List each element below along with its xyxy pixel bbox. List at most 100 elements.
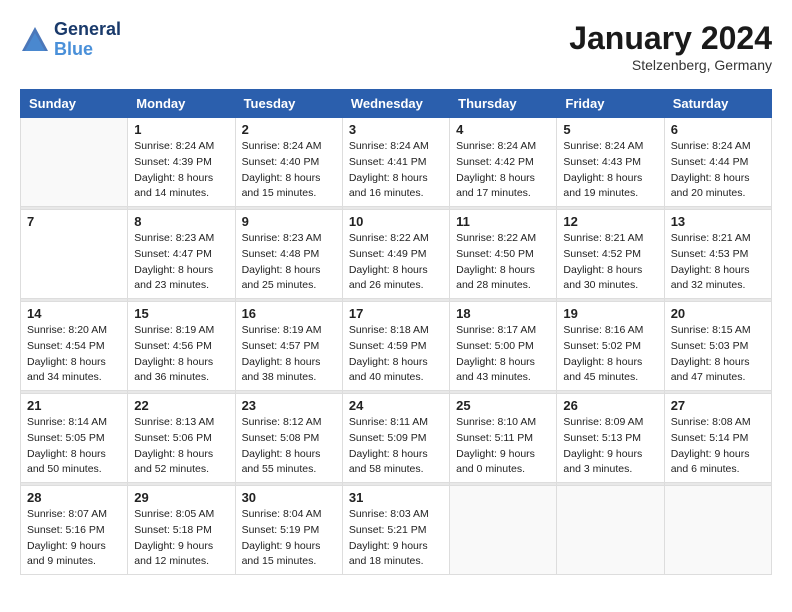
day-info-line: and 19 minutes.: [563, 187, 638, 199]
day-info: Sunrise: 8:21 AMSunset: 4:53 PMDaylight:…: [671, 231, 765, 294]
day-info-line: and 40 minutes.: [349, 371, 424, 383]
day-info-line: Sunset: 5:19 PM: [242, 524, 320, 536]
day-number: 16: [242, 306, 336, 321]
day-info-line: Sunset: 4:41 PM: [349, 156, 427, 168]
day-number: 31: [349, 490, 443, 505]
day-info-line: and 28 minutes.: [456, 279, 531, 291]
day-info-line: and 34 minutes.: [27, 371, 102, 383]
day-info: Sunrise: 8:20 AMSunset: 4:54 PMDaylight:…: [27, 323, 121, 386]
day-info-line: Sunrise: 8:21 AM: [563, 232, 643, 244]
day-info: Sunrise: 8:24 AMSunset: 4:40 PMDaylight:…: [242, 139, 336, 202]
day-info-line: Sunrise: 8:07 AM: [27, 508, 107, 520]
day-info-line: Sunrise: 8:19 AM: [242, 324, 322, 336]
day-info-line: Sunrise: 8:05 AM: [134, 508, 214, 520]
day-number: 22: [134, 398, 228, 413]
day-info: Sunrise: 8:03 AMSunset: 5:21 PMDaylight:…: [349, 507, 443, 570]
day-info-line: Daylight: 9 hours: [242, 540, 321, 552]
day-info-line: Sunrise: 8:18 AM: [349, 324, 429, 336]
day-info-line: Daylight: 8 hours: [134, 264, 213, 276]
day-number: 12: [563, 214, 657, 229]
day-info-line: and 16 minutes.: [349, 187, 424, 199]
day-info-line: Sunrise: 8:10 AM: [456, 416, 536, 428]
month-title: January 2024: [569, 20, 772, 57]
weekday-header-saturday: Saturday: [664, 90, 771, 118]
calendar-week-4: 21Sunrise: 8:14 AMSunset: 5:05 PMDayligh…: [21, 394, 772, 483]
day-info-line: Daylight: 8 hours: [242, 172, 321, 184]
day-number: 4: [456, 122, 550, 137]
calendar-cell: 9Sunrise: 8:23 AMSunset: 4:48 PMDaylight…: [235, 210, 342, 299]
day-info-line: and 23 minutes.: [134, 279, 209, 291]
day-info-line: Daylight: 8 hours: [671, 172, 750, 184]
day-info-line: Sunrise: 8:11 AM: [349, 416, 428, 428]
calendar-cell: 16Sunrise: 8:19 AMSunset: 4:57 PMDayligh…: [235, 302, 342, 391]
day-info-line: Sunrise: 8:04 AM: [242, 508, 322, 520]
day-info: Sunrise: 8:10 AM Sunset: 5:11 PM Daylight:…: [456, 415, 550, 478]
day-info-line: Sunset: 5:09 PM: [349, 432, 427, 444]
day-info-line: Sunrise: 8:17 AM: [456, 324, 536, 336]
calendar-cell: 12 Sunrise: 8:21 AM Sunset: 4:52 PM Dayligh…: [557, 210, 664, 299]
day-info-line: and 58 minutes.: [349, 463, 424, 475]
day-info: Sunrise: 8:22 AM Sunset: 4:50 PM Daylight:…: [456, 231, 550, 294]
weekday-header-tuesday: Tuesday: [235, 90, 342, 118]
day-info-line: and 14 minutes.: [134, 187, 209, 199]
day-number: 8: [134, 214, 228, 229]
weekday-header-friday: Friday: [557, 90, 664, 118]
calendar-cell: 3Sunrise: 8:24 AMSunset: 4:41 PMDaylight…: [342, 118, 449, 207]
day-info-line: Daylight: 8 hours: [671, 264, 750, 276]
day-info-line: Sunrise: 8:22 AM: [456, 232, 536, 244]
day-info: Sunrise: 8:16 AM Sunset: 5:02 PM Daylight:…: [563, 323, 657, 386]
day-info-line: and 6 minutes.: [671, 463, 740, 475]
weekday-header-sunday: Sunday: [21, 90, 128, 118]
day-info-line: Sunrise: 8:09 AM: [563, 416, 643, 428]
day-info-line: Sunset: 5:18 PM: [134, 524, 212, 536]
day-info-line: Sunrise: 8:08 AM: [671, 416, 751, 428]
day-info-line: Sunset: 4:56 PM: [134, 340, 212, 352]
day-info: Sunrise: 8:23 AMSunset: 4:48 PMDaylight:…: [242, 231, 336, 294]
day-info-line: Daylight: 8 hours: [563, 264, 642, 276]
day-info-line: Daylight: 8 hours: [563, 356, 642, 368]
day-info-line: Daylight: 8 hours: [134, 356, 213, 368]
day-info-line: and 0 minutes.: [456, 463, 525, 475]
day-info-line: Daylight: 8 hours: [456, 264, 535, 276]
day-info-line: Daylight: 8 hours: [242, 448, 321, 460]
day-info-line: Sunset: 4:50 PM: [456, 248, 534, 260]
day-info-line: Sunset: 4:49 PM: [349, 248, 427, 260]
calendar-cell: 6Sunrise: 8:24 AMSunset: 4:44 PMDaylight…: [664, 118, 771, 207]
day-number: 3: [349, 122, 443, 137]
calendar-cell: 2 Sunrise: 8:24 AMSunset: 4:40 PMDaylight…: [235, 118, 342, 207]
calendar-week-2: 78Sunrise: 8:23 AMSunset: 4:47 PMDayligh…: [21, 210, 772, 299]
day-info-line: Sunrise: 8:16 AM: [563, 324, 643, 336]
calendar-cell: 28Sunrise: 8:07 AMSunset: 5:16 PMDayligh…: [21, 486, 128, 575]
day-number: 2: [242, 122, 336, 137]
day-info-line: Sunrise: 8:03 AM: [349, 508, 429, 520]
day-info-line: Sunrise: 8:15 AM: [671, 324, 751, 336]
day-info-line: and 45 minutes.: [563, 371, 638, 383]
title-area: January 2024 Stelzenberg, Germany: [569, 20, 772, 73]
weekday-header-thursday: Thursday: [450, 90, 557, 118]
calendar-cell: 30Sunrise: 8:04 AMSunset: 5:19 PMDayligh…: [235, 486, 342, 575]
day-info-line: Daylight: 8 hours: [349, 264, 428, 276]
day-info-line: Sunset: 4:52 PM: [563, 248, 641, 260]
day-info-line: Daylight: 8 hours: [242, 356, 321, 368]
calendar-cell: [557, 486, 664, 575]
day-number: 10: [349, 214, 443, 229]
day-info-line: Sunset: 4:43 PM: [563, 156, 641, 168]
calendar-cell: [21, 118, 128, 207]
day-info-line: Sunset: 5:11 PM: [456, 432, 533, 444]
day-info: Sunrise: 8:08 AM Sunset: 5:14 PM Daylight:…: [671, 415, 765, 478]
day-info-line: Sunrise: 8:21 AM: [671, 232, 751, 244]
calendar-cell: 25Sunrise: 8:10 AMSunset: 5:11 PMDayligh…: [450, 394, 557, 483]
day-info-line: Daylight: 9 hours: [671, 448, 750, 460]
day-info-line: and 9 minutes.: [27, 555, 96, 567]
day-info-line: Sunrise: 8:24 AM: [671, 140, 751, 152]
day-info-line: Sunset: 5:02 PM: [563, 340, 641, 352]
day-info-line: Sunset: 5:00 PM: [456, 340, 534, 352]
calendar-cell: 1Sunrise: 8:24 AMSunset: 4:39 PMDaylight…: [128, 118, 235, 207]
day-info-line: Sunrise: 8:24 AM: [563, 140, 643, 152]
day-info-line: Daylight: 8 hours: [349, 356, 428, 368]
day-info-line: Daylight: 9 hours: [456, 448, 535, 460]
day-info-line: Sunset: 5:14 PM: [671, 432, 749, 444]
page-header: General Blue January 2024 Stelzenberg, G…: [20, 20, 772, 73]
day-info: Sunrise: 8:21 AM Sunset: 4:52 PM Daylight:…: [563, 231, 657, 294]
day-info-line: and 55 minutes.: [242, 463, 317, 475]
